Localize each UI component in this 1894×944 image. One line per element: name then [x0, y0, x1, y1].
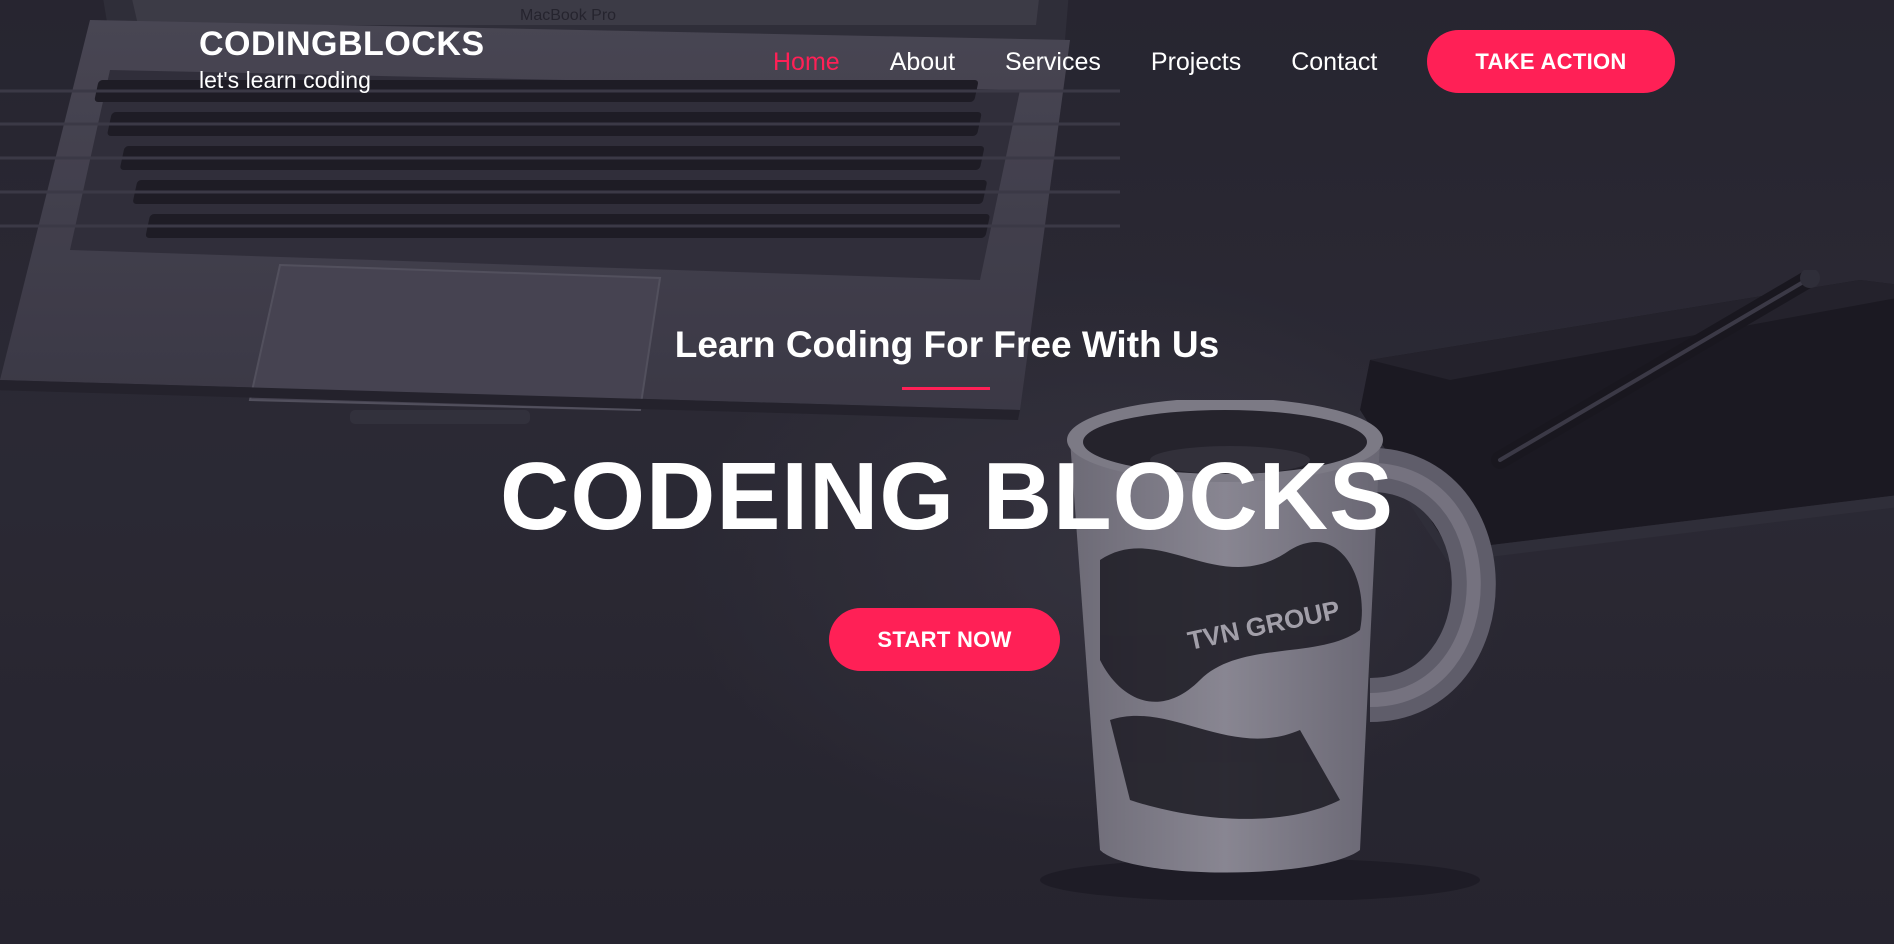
hero-divider: [902, 387, 990, 390]
hero-subtitle: Learn Coding For Free With Us: [674, 324, 1220, 365]
hero-section: Learn Coding For Free With Us CODEING BL…: [0, 0, 1894, 944]
start-now-button[interactable]: START NOW: [829, 608, 1060, 671]
hero-title: CODEING BLOCKS: [499, 443, 1395, 550]
